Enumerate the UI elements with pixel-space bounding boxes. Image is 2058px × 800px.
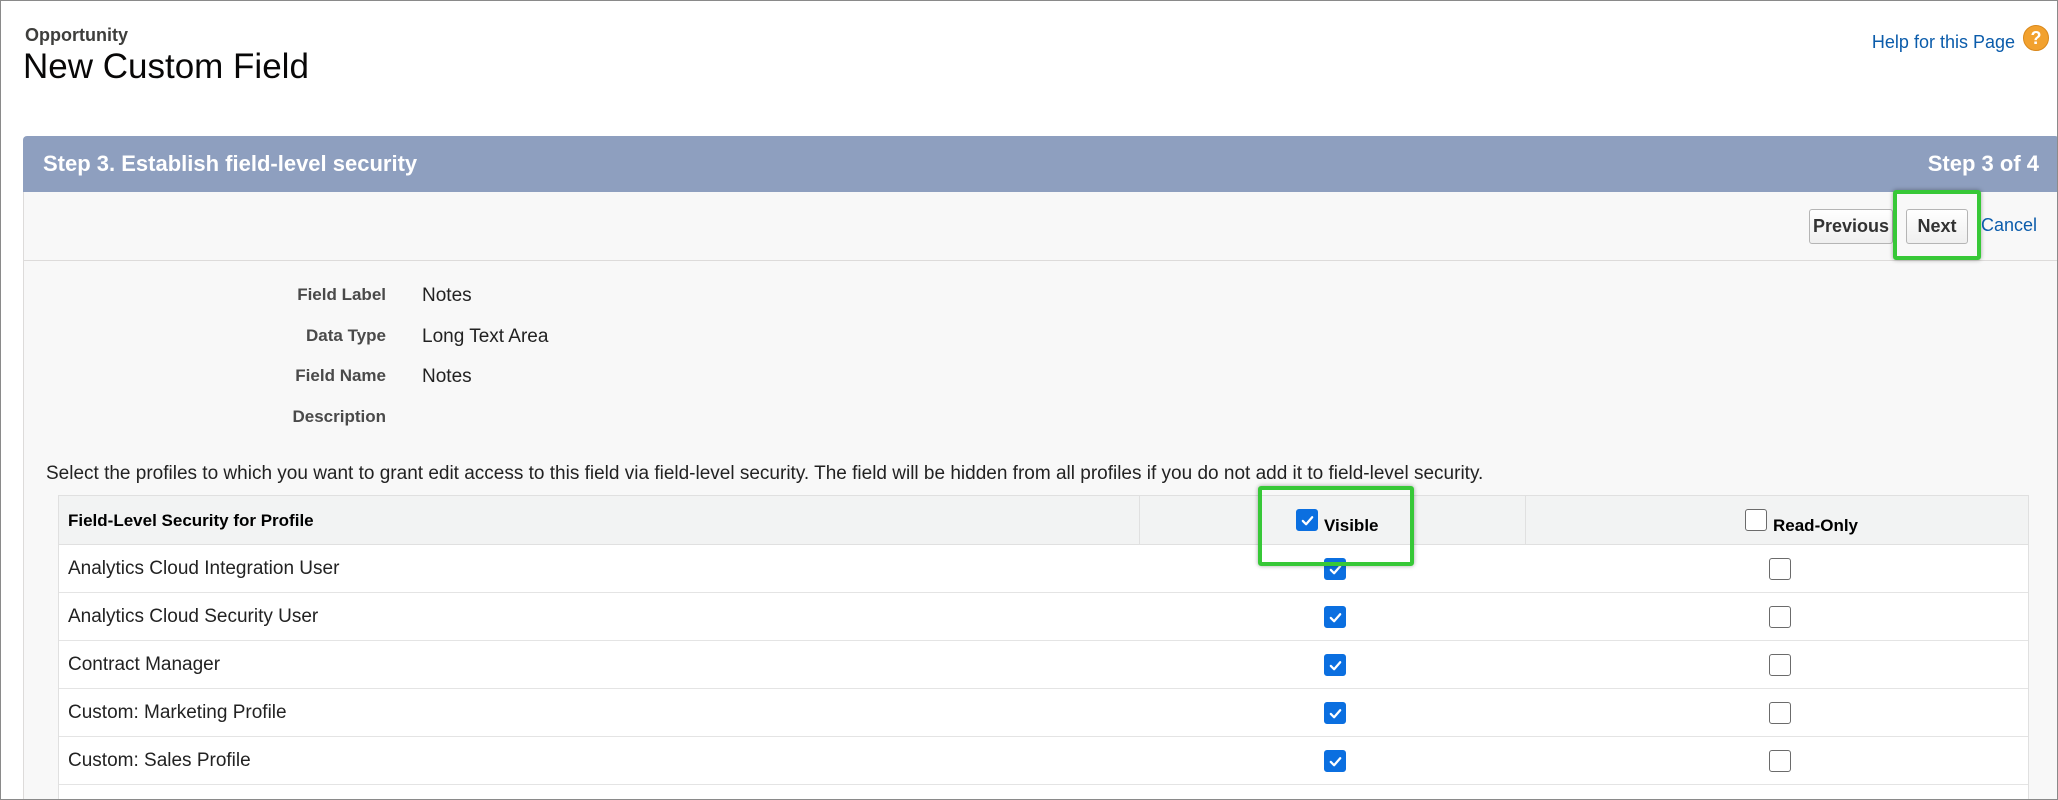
column-divider xyxy=(1139,496,1140,545)
checkmark-icon xyxy=(1329,564,1341,574)
field-label-value: Notes xyxy=(422,285,472,306)
page-title: New Custom Field xyxy=(23,47,309,86)
step-progress: Step 3 of 4 xyxy=(1927,151,2039,176)
checkmark-icon xyxy=(1329,708,1341,718)
help-link[interactable]: Help for this Page xyxy=(1872,32,2015,53)
read-only-checkbox[interactable] xyxy=(1769,558,1791,580)
profile-name: Custom: Sales Profile xyxy=(68,750,251,771)
step-body: Previous Next Cancel Field Label Notes D… xyxy=(23,190,2057,799)
column-divider xyxy=(1525,496,1526,545)
profile-name: Contract Manager xyxy=(68,654,221,675)
profile-name: Analytics Cloud Security User xyxy=(68,606,319,627)
data-type-label: Data Type xyxy=(306,326,386,345)
instruction-text: Select the profiles to which you want to… xyxy=(46,463,1484,484)
column-header-read-only: Read-Only xyxy=(1773,516,1859,535)
profile-name: Custom: Marketing Profile xyxy=(68,702,287,723)
read-only-checkbox[interactable] xyxy=(1769,702,1791,724)
button-bar: Previous Next Cancel xyxy=(24,190,2057,261)
table-row: Custom: Marketing Profile xyxy=(59,689,2028,737)
checkmark-icon xyxy=(1329,660,1341,670)
table-row: Analytics Cloud Integration User xyxy=(59,545,2028,593)
visible-checkbox[interactable] xyxy=(1324,606,1346,628)
cancel-link[interactable]: Cancel xyxy=(1981,215,2037,236)
field-name-value: Notes xyxy=(422,366,472,387)
read-only-checkbox[interactable] xyxy=(1769,654,1791,676)
page-frame: Opportunity New Custom Field Help for th… xyxy=(0,0,2058,800)
visible-select-all-checkbox[interactable] xyxy=(1296,509,1318,531)
field-level-security-table: Field-Level Security for Profile Visible… xyxy=(58,495,2029,799)
table-row: Custom: Sales Profile xyxy=(59,737,2028,785)
table-header: Field-Level Security for Profile Visible… xyxy=(59,496,2028,545)
checkmark-icon xyxy=(1329,612,1341,622)
field-label-label: Field Label xyxy=(297,285,386,304)
description-label: Description xyxy=(292,407,386,426)
field-name-row: Field Name Notes xyxy=(24,366,2057,390)
object-name: Opportunity xyxy=(25,25,128,45)
read-only-checkbox[interactable] xyxy=(1769,606,1791,628)
column-header-profile: Field-Level Security for Profile xyxy=(68,511,314,530)
profile-name: Analytics Cloud Integration User xyxy=(68,558,340,579)
checkmark-icon xyxy=(1329,756,1341,766)
data-type-row: Data Type Long Text Area xyxy=(24,326,2057,350)
visible-checkbox[interactable] xyxy=(1324,654,1346,676)
visible-checkbox[interactable] xyxy=(1324,750,1346,772)
field-name-label: Field Name xyxy=(295,366,386,385)
description-row: Description xyxy=(24,407,2057,431)
read-only-checkbox[interactable] xyxy=(1769,750,1791,772)
field-label-row: Field Label Notes xyxy=(24,285,2057,309)
data-type-value: Long Text Area xyxy=(422,326,549,347)
visible-checkbox[interactable] xyxy=(1324,558,1346,580)
table-row: Contract Manager xyxy=(59,641,2028,689)
column-header-visible: Visible xyxy=(1324,516,1379,535)
read-only-select-all-checkbox[interactable] xyxy=(1745,509,1767,531)
help-icon[interactable]: ? xyxy=(2023,25,2049,51)
visible-checkbox[interactable] xyxy=(1324,702,1346,724)
table-row: Analytics Cloud Security User xyxy=(59,593,2028,641)
step-title: Step 3. Establish field-level security xyxy=(43,151,418,176)
next-button[interactable]: Next xyxy=(1906,209,1968,244)
previous-button[interactable]: Previous xyxy=(1809,209,1893,244)
checkmark-icon xyxy=(1301,515,1313,525)
step-header: Step 3. Establish field-level security S… xyxy=(23,136,2057,192)
